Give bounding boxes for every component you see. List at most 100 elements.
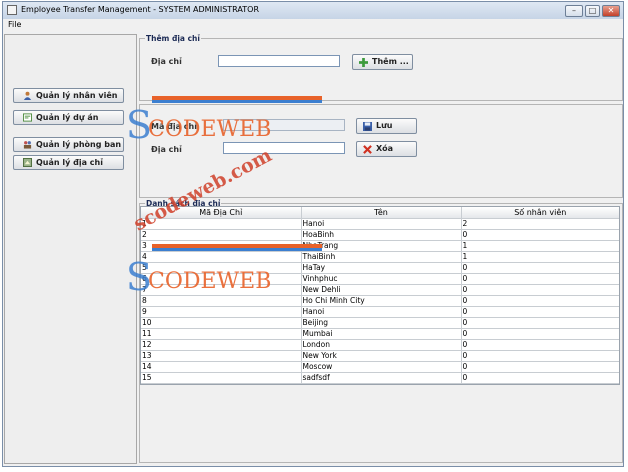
cell-employee-count: 0 bbox=[461, 262, 619, 274]
add-address-panel: Thêm địa chỉ Địa chỉ Thêm ... bbox=[139, 34, 623, 101]
sidebar-item-label: Quản lý địa chỉ bbox=[36, 158, 103, 167]
cell-address-id: 2 bbox=[141, 229, 302, 241]
table-row[interactable]: 3 NhaTrang 1 bbox=[141, 240, 619, 252]
cell-address-name: Mumbai bbox=[301, 328, 462, 340]
plus-icon bbox=[359, 58, 368, 67]
edit-address-input[interactable] bbox=[223, 142, 345, 154]
table-row[interactable]: 9 Hanoi 0 bbox=[141, 306, 619, 318]
column-header-name[interactable]: Tên bbox=[301, 207, 462, 219]
edit-address-label: Địa chỉ bbox=[151, 145, 182, 154]
table-row[interactable]: 11 Mumbai 0 bbox=[141, 328, 619, 340]
sidebar-item-label: Quản lý phòng ban bbox=[36, 140, 122, 149]
close-button[interactable]: ✕ bbox=[602, 5, 620, 17]
address-id-field bbox=[223, 119, 345, 131]
cell-address-name: London bbox=[301, 339, 462, 351]
cell-employee-count: 1 bbox=[461, 251, 619, 263]
user-icon bbox=[23, 91, 32, 100]
cell-address-name: NhaTrang bbox=[301, 240, 462, 252]
cell-employee-count: 1 bbox=[461, 240, 619, 252]
cell-address-name: Hanoi bbox=[301, 306, 462, 318]
save-button-label: Lưu bbox=[376, 121, 393, 130]
cell-address-name: Hanoi bbox=[301, 218, 462, 230]
cell-employee-count: 0 bbox=[461, 328, 619, 340]
address-id-label: Mã địa chỉ bbox=[151, 122, 197, 131]
add-button[interactable]: Thêm ... bbox=[352, 54, 413, 70]
address-icon bbox=[23, 158, 32, 167]
cell-address-name: New Dehli bbox=[301, 284, 462, 296]
table-row[interactable]: 12 London 0 bbox=[141, 339, 619, 351]
cell-address-id: 10 bbox=[141, 317, 302, 329]
app-icon bbox=[7, 5, 17, 15]
delete-button[interactable]: Xóa bbox=[356, 141, 417, 157]
cell-address-name: HaTay bbox=[301, 262, 462, 274]
table-row[interactable]: 15 sadfsdf 0 bbox=[141, 372, 619, 384]
table-row[interactable]: 4 ThaiBinh 1 bbox=[141, 251, 619, 263]
cell-address-name: Vinhphuc bbox=[301, 273, 462, 285]
cell-address-id: 11 bbox=[141, 328, 302, 340]
cell-address-name: ThaiBinh bbox=[301, 251, 462, 263]
cell-address-id: 13 bbox=[141, 350, 302, 362]
title-bar[interactable]: Employee Transfer Management - SYSTEM AD… bbox=[3, 2, 623, 20]
table-row[interactable]: 14 Moscow 0 bbox=[141, 361, 619, 373]
cell-address-name: Ho Chi Minh City bbox=[301, 295, 462, 307]
cell-address-id: 4 bbox=[141, 251, 302, 263]
cell-address-id: 6 bbox=[141, 273, 302, 285]
cell-employee-count: 0 bbox=[461, 284, 619, 296]
table-row[interactable]: 13 New York 0 bbox=[141, 350, 619, 362]
cell-address-id: 5 bbox=[141, 262, 302, 274]
cell-employee-count: 0 bbox=[461, 339, 619, 351]
menu-bar: File bbox=[3, 19, 623, 32]
cell-address-id: 9 bbox=[141, 306, 302, 318]
sidebar-item-employees[interactable]: Quản lý nhân viên bbox=[13, 88, 124, 103]
maximize-button[interactable]: □ bbox=[585, 5, 600, 17]
column-header-id[interactable]: Mã Địa Chỉ bbox=[141, 207, 302, 219]
sidebar-item-departments[interactable]: Quản lý phòng ban bbox=[13, 137, 124, 152]
minimize-button[interactable]: – bbox=[565, 5, 583, 17]
project-icon bbox=[23, 113, 32, 122]
menu-file[interactable]: File bbox=[8, 20, 21, 29]
cell-employee-count: 0 bbox=[461, 350, 619, 362]
sidebar-item-addresses[interactable]: Quản lý địa chỉ bbox=[13, 155, 124, 170]
cell-address-id: 12 bbox=[141, 339, 302, 351]
delete-button-label: Xóa bbox=[376, 144, 394, 153]
table-row[interactable]: 10 Beijing 0 bbox=[141, 317, 619, 329]
cell-address-id: 3 bbox=[141, 240, 302, 252]
cell-address-name: HoaBinh bbox=[301, 229, 462, 241]
cell-employee-count: 0 bbox=[461, 306, 619, 318]
table-row[interactable]: 8 Ho Chi Minh City 0 bbox=[141, 295, 619, 307]
department-icon bbox=[23, 141, 32, 149]
window-title: Employee Transfer Management - SYSTEM AD… bbox=[21, 5, 260, 14]
sidebar-item-projects[interactable]: Quản lý dự án bbox=[13, 110, 124, 125]
cell-address-id: 14 bbox=[141, 361, 302, 373]
table-row[interactable]: 5 HaTay 0 bbox=[141, 262, 619, 274]
cell-address-name: New York bbox=[301, 350, 462, 362]
table-row[interactable]: 2 HoaBinh 0 bbox=[141, 229, 619, 241]
add-address-label: Địa chỉ bbox=[151, 57, 182, 66]
table-header-row: Mã Địa Chỉ Tên Số nhân viên bbox=[141, 207, 619, 219]
sidebar-item-label: Quản lý dự án bbox=[36, 113, 99, 122]
cell-employee-count: 0 bbox=[461, 361, 619, 373]
cell-employee-count: 0 bbox=[461, 317, 619, 329]
table-row[interactable]: 7 New Dehli 0 bbox=[141, 284, 619, 296]
column-header-employee-count[interactable]: Số nhân viên bbox=[461, 207, 619, 219]
cell-address-id: 1 bbox=[141, 218, 302, 230]
sidebar: Quản lý nhân viên Quản lý dự án Quản lý … bbox=[4, 34, 137, 464]
cell-address-id: 8 bbox=[141, 295, 302, 307]
edit-address-panel: Mã địa chỉ Lưu Địa chỉ Xóa bbox=[139, 104, 623, 198]
cell-address-name: Beijing bbox=[301, 317, 462, 329]
cell-address-id: 7 bbox=[141, 284, 302, 296]
cell-employee-count: 0 bbox=[461, 295, 619, 307]
table-row[interactable]: 6 Vinhphuc 0 bbox=[141, 273, 619, 285]
sidebar-item-label: Quản lý nhân viên bbox=[36, 91, 118, 100]
cell-employee-count: 0 bbox=[461, 229, 619, 241]
cell-employee-count: 0 bbox=[461, 372, 619, 384]
address-table[interactable]: Mã Địa Chỉ Tên Số nhân viên 1 Hanoi 2 2 HoaB… bbox=[140, 206, 620, 385]
save-button[interactable]: Lưu bbox=[356, 118, 417, 134]
cell-address-name: Moscow bbox=[301, 361, 462, 373]
floppy-disk-icon bbox=[363, 122, 372, 131]
cell-employee-count: 2 bbox=[461, 218, 619, 230]
add-address-input[interactable] bbox=[218, 55, 340, 67]
delete-x-icon bbox=[363, 145, 372, 154]
table-row[interactable]: 1 Hanoi 2 bbox=[141, 218, 619, 230]
cell-address-name: sadfsdf bbox=[301, 372, 462, 384]
